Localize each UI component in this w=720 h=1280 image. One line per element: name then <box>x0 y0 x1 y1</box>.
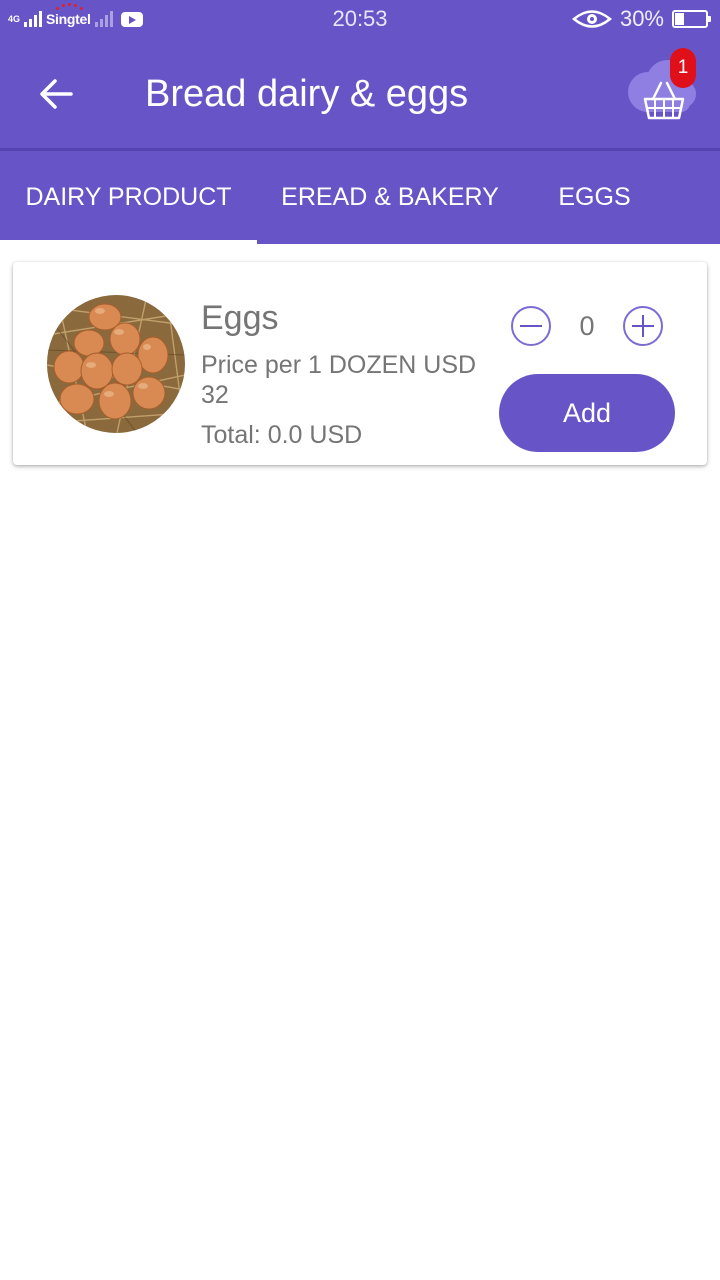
increase-quantity-button[interactable] <box>623 306 663 346</box>
tab-bread-bakery[interactable]: EREAD & BAKERY <box>257 151 523 244</box>
battery-percent: 30% <box>619 6 664 31</box>
eye-icon <box>571 10 612 28</box>
status-right-group: 30% <box>571 6 711 32</box>
tab-eggs[interactable]: EGGS <box>523 151 666 244</box>
decrease-quantity-button[interactable] <box>511 306 551 346</box>
product-card: Eggs Price per 1 DOZEN USD 32 Total: 0.0… <box>13 262 707 465</box>
product-price: Price per 1 DOZEN USD 32 <box>201 351 477 409</box>
quantity-value: 0 <box>579 311 595 341</box>
eggs-in-nest-image <box>47 295 185 433</box>
cart-button[interactable]: 1 <box>624 46 704 126</box>
page-title: Bread dairy & eggs <box>145 73 469 115</box>
product-name: Eggs <box>201 299 279 337</box>
cart-count-badge: 1 <box>670 48 696 88</box>
product-image <box>47 295 185 433</box>
tab-selected-indicator <box>0 240 257 244</box>
battery-icon <box>672 10 711 28</box>
back-button[interactable] <box>28 66 84 122</box>
product-total: Total: 0.0 USD <box>201 421 363 449</box>
status-bar: 4G Singtel 20:53 30% <box>0 0 720 38</box>
app-toolbar: Bread dairy & eggs 1 <box>0 38 720 148</box>
battery-level-fill <box>675 13 684 25</box>
add-to-cart-button[interactable]: Add <box>499 374 675 452</box>
arrow-left-icon <box>40 79 73 109</box>
category-tabs: DAIRY PRODUCT EREAD & BAKERY EGGS <box>0 148 720 244</box>
tab-dairy-product[interactable]: DAIRY PRODUCT <box>0 151 257 244</box>
